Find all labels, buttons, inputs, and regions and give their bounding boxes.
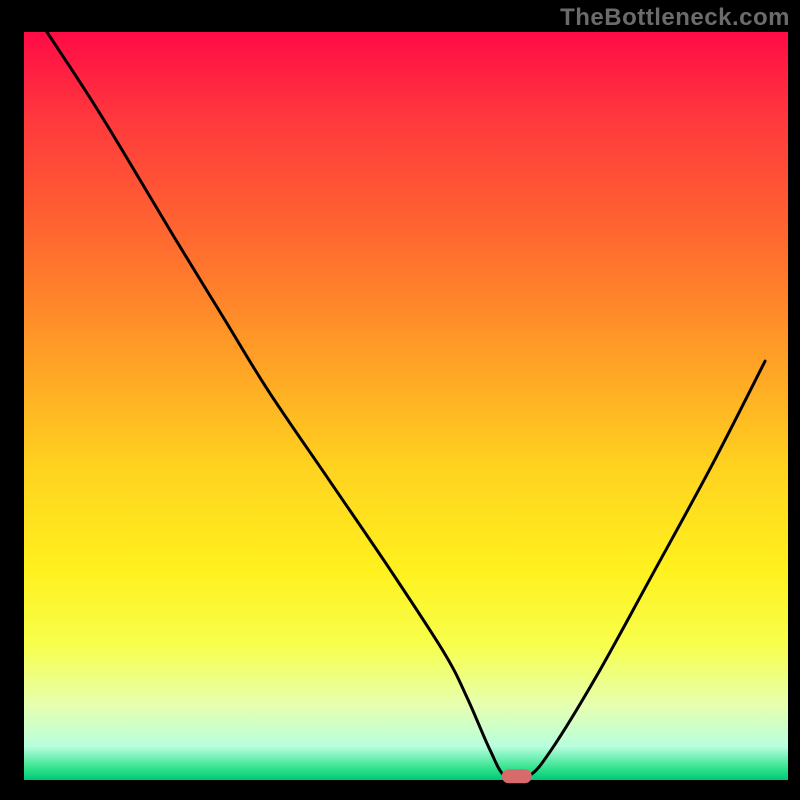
watermark-text: TheBottleneck.com [560,4,790,32]
optimal-marker [502,769,532,783]
bottleneck-chart [0,0,800,800]
chart-frame: TheBottleneck.com [0,0,800,800]
plot-background [24,32,788,780]
